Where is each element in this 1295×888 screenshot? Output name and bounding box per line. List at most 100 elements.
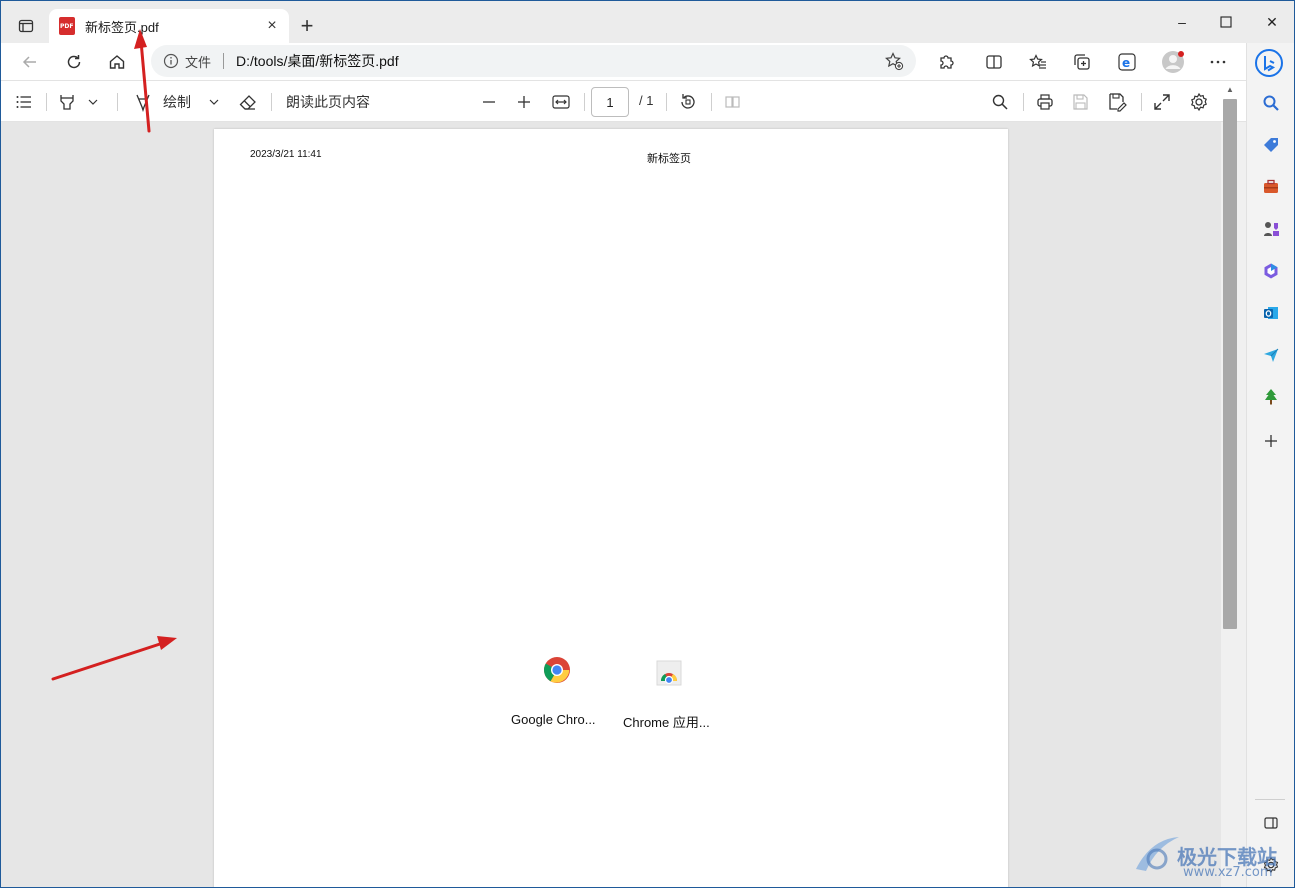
- address-separator: [223, 53, 225, 69]
- tab-actions-button[interactable]: [11, 14, 41, 38]
- minimize-button[interactable]: –: [1159, 9, 1205, 35]
- app-label-chrome-apps: Chrome 应用...: [623, 715, 710, 730]
- ie-mode-icon: e: [1118, 53, 1136, 71]
- back-arrow-icon: [22, 56, 36, 68]
- url-text[interactable]: D:/tools/桌面/新标签页.pdf: [236, 51, 880, 71]
- page-header-title: 新标签页: [647, 153, 691, 165]
- back-button[interactable]: [15, 48, 45, 76]
- pdf-viewport[interactable]: 2023/3/21 11:41 新标签页 Google Chro... Chro…: [1, 122, 1221, 887]
- tab-actions-icon: [18, 19, 34, 33]
- page-number-input[interactable]: 1: [591, 87, 629, 117]
- sidebar-search-button[interactable]: [1257, 89, 1285, 117]
- draw-button[interactable]: 绘制: [133, 89, 191, 115]
- page-view-icon: [725, 96, 740, 108]
- home-button[interactable]: [102, 48, 132, 76]
- chevron-down-icon: [209, 99, 219, 105]
- close-window-button[interactable]: ✕: [1249, 9, 1294, 35]
- page-date: 2023/3/21 11:41: [250, 149, 322, 160]
- draw-dropdown[interactable]: [208, 89, 220, 115]
- watermark-logo: [1136, 837, 1179, 871]
- svg-text:e: e: [1122, 56, 1130, 70]
- tab-active[interactable]: 新标签页.pdf ×: [49, 9, 289, 43]
- split-screen-button[interactable]: [978, 48, 1010, 76]
- save-icon: [1073, 94, 1088, 110]
- zoom-in-button[interactable]: [516, 89, 532, 115]
- table-of-contents-button[interactable]: [15, 89, 33, 115]
- toolbox-icon: [1264, 179, 1278, 193]
- page-total: / 1: [639, 93, 654, 108]
- draw-label: 绘制: [163, 94, 191, 110]
- eraser-button[interactable]: [238, 89, 258, 115]
- read-aloud-button[interactable]: 朗读此页内容: [286, 89, 370, 115]
- read-aloud-label: 朗读此页内容: [286, 94, 370, 110]
- rotate-button[interactable]: [678, 89, 698, 115]
- zoom-out-button[interactable]: [481, 89, 497, 115]
- favorites-button[interactable]: [1022, 48, 1054, 76]
- home-icon: [109, 55, 125, 69]
- settings-button[interactable]: [1189, 89, 1209, 115]
- fullscreen-button[interactable]: [1153, 89, 1171, 115]
- toolbar-divider: [1023, 93, 1024, 111]
- ellipsis-icon: [1210, 60, 1226, 64]
- chrome-apps-icon: [656, 660, 682, 686]
- ie-mode-button[interactable]: e: [1111, 48, 1143, 76]
- sidebar-drop-button[interactable]: [1257, 341, 1285, 369]
- sidebar-games-button[interactable]: [1257, 215, 1285, 243]
- sidebar-add-button[interactable]: [1257, 427, 1285, 455]
- plus-icon: [518, 96, 530, 108]
- save-as-button[interactable]: [1107, 89, 1127, 115]
- add-favorite-button[interactable]: [880, 49, 908, 73]
- collections-icon: [1074, 54, 1090, 70]
- find-button[interactable]: [991, 89, 1009, 115]
- toolbar-divider: [666, 93, 667, 111]
- sidebar-panel-icon: [1264, 817, 1278, 829]
- pen-icon: [136, 94, 150, 112]
- more-options-button[interactable]: [1202, 48, 1234, 76]
- new-tab-button[interactable]: +: [296, 13, 318, 38]
- bing-chat-button[interactable]: [1253, 47, 1285, 79]
- collections-button[interactable]: [1066, 48, 1098, 76]
- puzzle-icon: [940, 55, 954, 69]
- pdf-toolbar: 绘制 朗读此页内容 1 / 1: [1, 80, 1246, 122]
- sidebar-office-button[interactable]: [1257, 257, 1285, 285]
- sidebar-outlook-button[interactable]: [1257, 299, 1285, 327]
- site-info-label[interactable]: 文件: [185, 52, 211, 71]
- maximize-button[interactable]: [1203, 9, 1249, 35]
- extensions-button[interactable]: [930, 48, 962, 76]
- minus-icon: [483, 101, 495, 103]
- tab-close-button[interactable]: ×: [259, 14, 285, 38]
- profile-button[interactable]: [1157, 48, 1189, 76]
- print-button[interactable]: [1035, 89, 1055, 115]
- refresh-button[interactable]: [59, 48, 89, 76]
- microsoft-365-icon: [1264, 263, 1278, 279]
- chrome-icon: [543, 657, 570, 683]
- scrollbar-thumb[interactable]: [1223, 99, 1237, 629]
- page-view-button[interactable]: [723, 89, 743, 115]
- split-screen-icon: [986, 55, 1002, 69]
- sidebar-shopping-button[interactable]: [1257, 131, 1285, 159]
- highlight-dropdown[interactable]: [87, 89, 99, 115]
- tree-icon: [1265, 389, 1277, 405]
- search-icon: [1263, 95, 1279, 111]
- refresh-icon: [67, 55, 81, 69]
- scroll-up-icon[interactable]: ▲: [1223, 83, 1237, 95]
- games-icon: [1264, 222, 1279, 236]
- browser-window: 新标签页.pdf × + – ✕ 文件 D:/tools/桌面/新标签页.pdf: [0, 0, 1295, 888]
- fit-to-width-button[interactable]: [551, 89, 571, 115]
- hide-sidebar-button[interactable]: [1257, 809, 1285, 837]
- gear-icon: [1191, 92, 1207, 112]
- bing-icon: [1255, 49, 1283, 77]
- pdf-icon: [59, 17, 75, 35]
- eraser-icon: [239, 95, 256, 110]
- search-icon: [992, 94, 1008, 110]
- printer-icon: [1037, 94, 1053, 110]
- contents-list-icon: [16, 96, 31, 108]
- highlight-button[interactable]: [57, 89, 77, 115]
- sidebar-tree-button[interactable]: [1257, 383, 1285, 411]
- address-bar[interactable]: 文件 D:/tools/桌面/新标签页.pdf: [151, 45, 916, 77]
- sidebar-tools-button[interactable]: [1257, 173, 1285, 201]
- save-as-icon: [1109, 93, 1127, 112]
- shopping-tag-icon: [1264, 138, 1278, 152]
- toolbar-divider: [584, 93, 585, 111]
- save-button[interactable]: [1071, 89, 1089, 115]
